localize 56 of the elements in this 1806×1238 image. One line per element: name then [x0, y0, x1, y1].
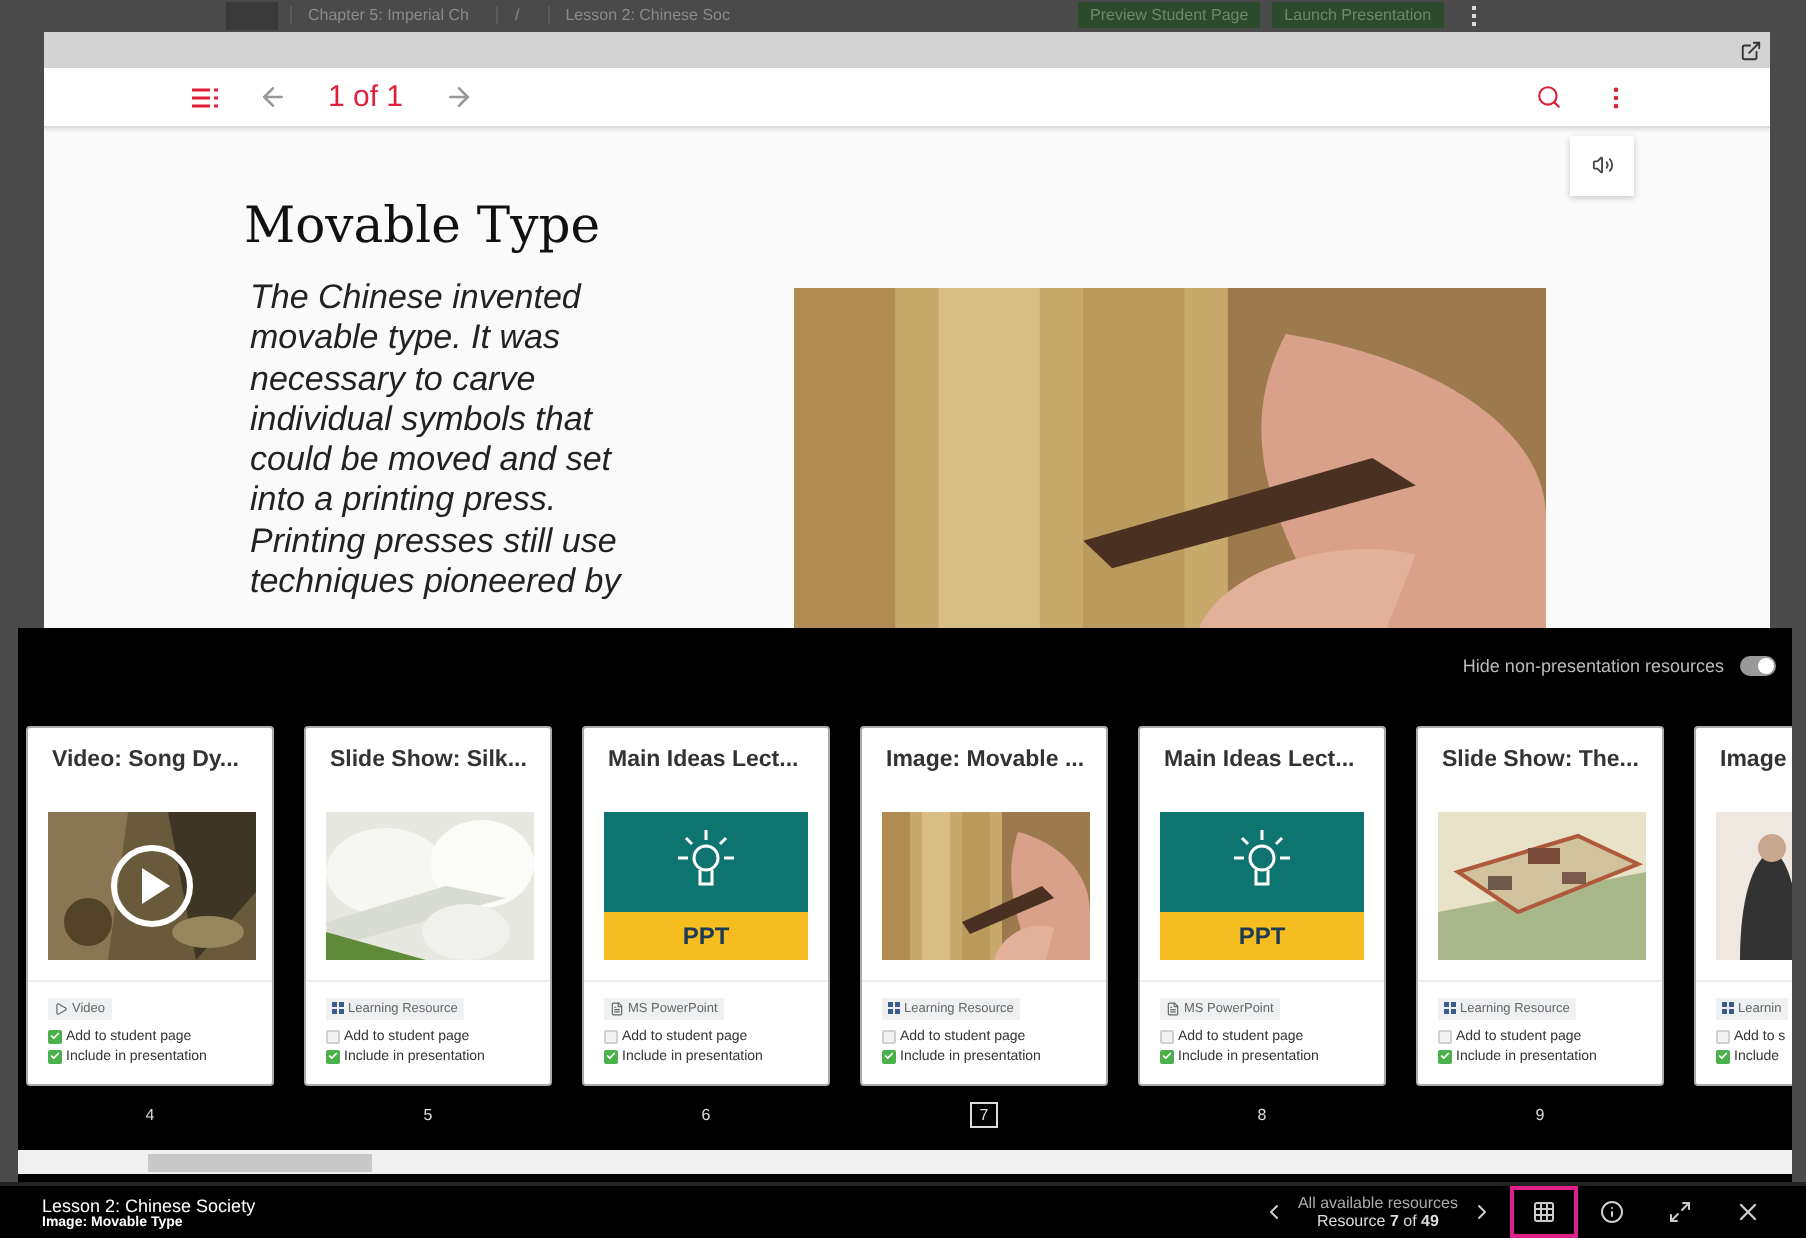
speaker-icon — [1591, 154, 1613, 177]
card-title: Slide Show: The... — [1440, 745, 1641, 776]
next-arrow-icon[interactable] — [443, 82, 474, 113]
close-icon — [1734, 1198, 1762, 1226]
card-title: Image — [1718, 745, 1789, 776]
slide-text: The Chinese invented movable type. It was necessary to carve individual symbols that could be moved and set into a printing press. Printing presses still use techniques pioneered by — [250, 277, 624, 603]
card-number: 7 — [969, 1101, 999, 1128]
checkbox[interactable] — [48, 1049, 62, 1064]
checkbox[interactable] — [882, 1029, 896, 1044]
checkbox[interactable] — [48, 1029, 62, 1044]
checkbox[interactable] — [882, 1049, 896, 1064]
grid-icon — [332, 1002, 344, 1015]
checkbox[interactable] — [604, 1029, 618, 1044]
card-title: Video: Song Dy... — [50, 745, 241, 776]
checkbox[interactable] — [326, 1049, 340, 1064]
breadcrumb-separator: / — [496, 6, 536, 25]
checkbox[interactable] — [1716, 1049, 1730, 1064]
external-link-icon[interactable] — [1740, 39, 1762, 62]
menu-icon[interactable] — [192, 87, 218, 108]
page-indicator: 1 of 1 — [328, 80, 404, 115]
more-options-icon[interactable] — [1471, 5, 1482, 26]
checkbox[interactable] — [326, 1029, 340, 1044]
info-icon — [1600, 1200, 1624, 1224]
toggle-switch[interactable] — [1740, 655, 1776, 676]
checkbox[interactable] — [1716, 1029, 1730, 1044]
play-icon — [110, 843, 194, 928]
play-icon — [54, 1001, 68, 1016]
grid-icon — [1444, 1002, 1456, 1015]
grid-icon — [1722, 1002, 1734, 1015]
thumbnail-label: PPT — [604, 911, 808, 960]
card-title: Main Ideas Lect... — [606, 745, 801, 776]
checkbox[interactable] — [1438, 1049, 1452, 1064]
expand-icon — [1668, 1200, 1692, 1224]
document-icon — [1166, 1001, 1180, 1016]
audio-button[interactable] — [1570, 135, 1634, 196]
toggle-label: Hide non-presentation resources — [1462, 655, 1724, 676]
checkbox[interactable] — [1438, 1029, 1452, 1044]
grid-icon — [888, 1002, 900, 1015]
navigation-label: All available resources — [1297, 1194, 1458, 1212]
previous-arrow-icon[interactable] — [258, 82, 288, 113]
thumbnail-label: PPT — [1160, 911, 1364, 960]
checkbox[interactable] — [604, 1049, 618, 1064]
card-title: Slide Show: Silk... — [328, 745, 529, 776]
horizontal-scrollbar[interactable] — [18, 1150, 1792, 1174]
card-title: Main Ideas Lect... — [1162, 745, 1357, 776]
card-title: Image: Movable ... — [884, 745, 1087, 776]
lightbulb-icon — [1232, 827, 1292, 892]
document-icon — [610, 1001, 624, 1016]
resource-position: Resource 7 of 49 — [1317, 1212, 1439, 1230]
grid-icon — [1532, 1200, 1556, 1224]
lightbulb-icon — [676, 827, 736, 892]
checkbox[interactable] — [1160, 1029, 1174, 1044]
checkbox[interactable] — [1160, 1049, 1174, 1064]
slide-title: Movable Type — [244, 195, 603, 254]
search-icon[interactable] — [1536, 84, 1562, 111]
lesson-title: Lesson 2: Chinese Society — [42, 1195, 256, 1215]
